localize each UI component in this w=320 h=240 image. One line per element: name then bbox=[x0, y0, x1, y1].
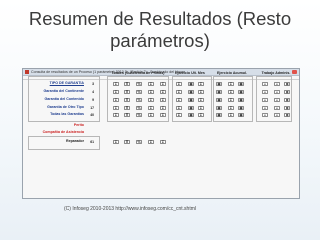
totales-pct-button[interactable]: % bbox=[136, 140, 142, 144]
totales-sum-button[interactable]: Σ bbox=[148, 106, 154, 110]
acumul-eye-button[interactable]: ◉ bbox=[216, 82, 222, 86]
trabajo-save-button[interactable]: ⊞ bbox=[284, 106, 290, 110]
app-icon bbox=[25, 70, 29, 74]
acumul-eye-button[interactable]: ◉ bbox=[238, 98, 244, 102]
slide-title-line1: Resumen de Resultados (Resto bbox=[28, 8, 292, 29]
totales-sum-button[interactable]: Σ bbox=[160, 98, 166, 102]
section-trabajo: Trabajo Adminis. bbox=[261, 71, 291, 75]
totales-sum-button[interactable]: Σ bbox=[160, 106, 166, 110]
ejercicio-sum-button[interactable]: Σ bbox=[198, 106, 204, 110]
acumul-eye-button[interactable]: ◉ bbox=[216, 113, 222, 117]
row-count: 9 bbox=[92, 98, 94, 102]
trabajo-dot-button[interactable]: ● bbox=[274, 82, 280, 86]
totales-pct-button[interactable]: % bbox=[136, 113, 142, 117]
ejercicio-sum-button[interactable]: Σ bbox=[176, 90, 182, 94]
totales-prod-button[interactable]: Π bbox=[124, 106, 130, 110]
acumul-eye-button[interactable]: ◉ bbox=[216, 106, 222, 110]
acumul-sum-button[interactable]: Σ bbox=[228, 82, 234, 86]
ejercicio-sum-button[interactable]: Σ bbox=[176, 98, 182, 102]
acumul-sum-button[interactable]: Σ bbox=[228, 90, 234, 94]
ejercicio-sum-button[interactable]: Σ bbox=[198, 90, 204, 94]
totales-prod-button[interactable]: Π bbox=[124, 140, 130, 144]
trabajo-dot-button[interactable]: ● bbox=[274, 106, 280, 110]
trabajo-dot-button[interactable]: ● bbox=[274, 113, 280, 117]
totales-prod-button[interactable]: Π bbox=[124, 113, 130, 117]
slide-title: Resumen de Resultados (Resto parámetros) bbox=[0, 8, 320, 52]
acumul-eye-button[interactable]: ◉ bbox=[238, 113, 244, 117]
trabajo-save-button[interactable]: ⊞ bbox=[284, 90, 290, 94]
trabajo-dot-button[interactable]: ● bbox=[262, 90, 268, 94]
totales-sum-button[interactable]: Σ bbox=[113, 140, 119, 144]
totales-sum-button[interactable]: Σ bbox=[160, 113, 166, 117]
acumul-eye-button[interactable]: ◉ bbox=[216, 90, 222, 94]
acumul-sum-button[interactable]: Σ bbox=[228, 106, 234, 110]
totales-prod-button[interactable]: Π bbox=[124, 90, 130, 94]
ejercicio-sum-button[interactable]: Σ bbox=[198, 98, 204, 102]
ejercicio-eye-button[interactable]: ◉ bbox=[188, 113, 194, 117]
totales-sum-button[interactable]: Σ bbox=[113, 106, 119, 110]
totales-sum-button[interactable]: Σ bbox=[113, 90, 119, 94]
ejercicio-sum-button[interactable]: Σ bbox=[176, 82, 182, 86]
totales-sum-button[interactable]: Σ bbox=[160, 90, 166, 94]
section-totales: Totales (Suficiencia de Primas) bbox=[111, 71, 165, 75]
totales-sum-button[interactable]: Σ bbox=[148, 113, 154, 117]
trabajo-save-button[interactable]: ⊞ bbox=[284, 113, 290, 117]
row-count: 3 bbox=[92, 82, 94, 86]
acumul-eye-button[interactable]: ◉ bbox=[238, 82, 244, 86]
ejercicio-sum-button[interactable]: Σ bbox=[198, 82, 204, 86]
trabajo-dot-button[interactable]: ● bbox=[274, 90, 280, 94]
acumul-eye-button[interactable]: ◉ bbox=[238, 106, 244, 110]
row-label[interactable]: Perito bbox=[26, 123, 84, 128]
row-label[interactable]: Garantía del Contenido bbox=[26, 97, 84, 102]
row-label[interactable]: Compañía de Asistencia bbox=[26, 130, 84, 135]
row-label[interactable]: Reparador bbox=[26, 139, 84, 144]
ejercicio-sum-button[interactable]: Σ bbox=[176, 113, 182, 117]
row-count: 17 bbox=[90, 106, 94, 110]
trabajo-save-button[interactable]: ⊞ bbox=[284, 82, 290, 86]
trabajo-dot-button[interactable]: ● bbox=[262, 82, 268, 86]
totales-sum-button[interactable]: Σ bbox=[113, 82, 119, 86]
row-label[interactable]: Garantía de Otro Tipo bbox=[26, 105, 84, 110]
trabajo-dot-button[interactable]: ● bbox=[262, 98, 268, 102]
section-acumul: Ejercicio Acumul. bbox=[216, 71, 248, 75]
acumul-sum-button[interactable]: Σ bbox=[228, 98, 234, 102]
row-label[interactable]: Garantía del Continente bbox=[26, 89, 84, 94]
totales-pct-button[interactable]: % bbox=[136, 98, 142, 102]
row-label[interactable]: TIPO DE GARANTIA bbox=[26, 81, 84, 86]
totales-prod-button[interactable]: Π bbox=[124, 98, 130, 102]
totales-sum-button[interactable]: Σ bbox=[113, 113, 119, 117]
trabajo-dot-button[interactable]: ● bbox=[262, 113, 268, 117]
ejercicio-eye-button[interactable]: ◉ bbox=[188, 106, 194, 110]
totales-sum-button[interactable]: Σ bbox=[148, 82, 154, 86]
acumul-eye-button[interactable]: ◉ bbox=[238, 90, 244, 94]
footer-copyright: (C) Infoseg 2010-2013 http://www.infoseg… bbox=[64, 206, 197, 212]
totales-pct-button[interactable]: % bbox=[136, 90, 142, 94]
acumul-eye-button[interactable]: ◉ bbox=[216, 98, 222, 102]
totales-sum-button[interactable]: Σ bbox=[160, 140, 166, 144]
ejercicio-eye-button[interactable]: ◉ bbox=[188, 90, 194, 94]
trabajo-dot-button[interactable]: ● bbox=[262, 106, 268, 110]
row-count: 61 bbox=[90, 140, 94, 144]
row-label[interactable]: Todas las Garantías bbox=[26, 112, 84, 117]
trabajo-save-button[interactable]: ⊞ bbox=[284, 98, 290, 102]
totales-sum-button[interactable]: Σ bbox=[148, 140, 154, 144]
totales-pct-button[interactable]: % bbox=[136, 106, 142, 110]
section-ejercicio: Ejercicio Ult. Mes bbox=[175, 71, 205, 75]
ejercicio-eye-button[interactable]: ◉ bbox=[188, 98, 194, 102]
trabajo-dot-button[interactable]: ● bbox=[274, 98, 280, 102]
acumul-sum-button[interactable]: Σ bbox=[228, 113, 234, 117]
totales-pct-button[interactable]: % bbox=[136, 82, 142, 86]
ejercicio-sum-button[interactable]: Σ bbox=[198, 113, 204, 117]
row-count: 40 bbox=[90, 113, 94, 117]
totales-sum-button[interactable]: Σ bbox=[148, 90, 154, 94]
totales-prod-button[interactable]: Π bbox=[124, 82, 130, 86]
ejercicio-sum-button[interactable]: Σ bbox=[176, 106, 182, 110]
totales-sum-button[interactable]: Σ bbox=[113, 98, 119, 102]
ejercicio-eye-button[interactable]: ◉ bbox=[188, 82, 194, 86]
totales-sum-button[interactable]: Σ bbox=[160, 82, 166, 86]
slide-title-line2: parámetros) bbox=[110, 30, 210, 51]
totales-sum-button[interactable]: Σ bbox=[148, 98, 154, 102]
row-count: 4 bbox=[92, 90, 94, 94]
